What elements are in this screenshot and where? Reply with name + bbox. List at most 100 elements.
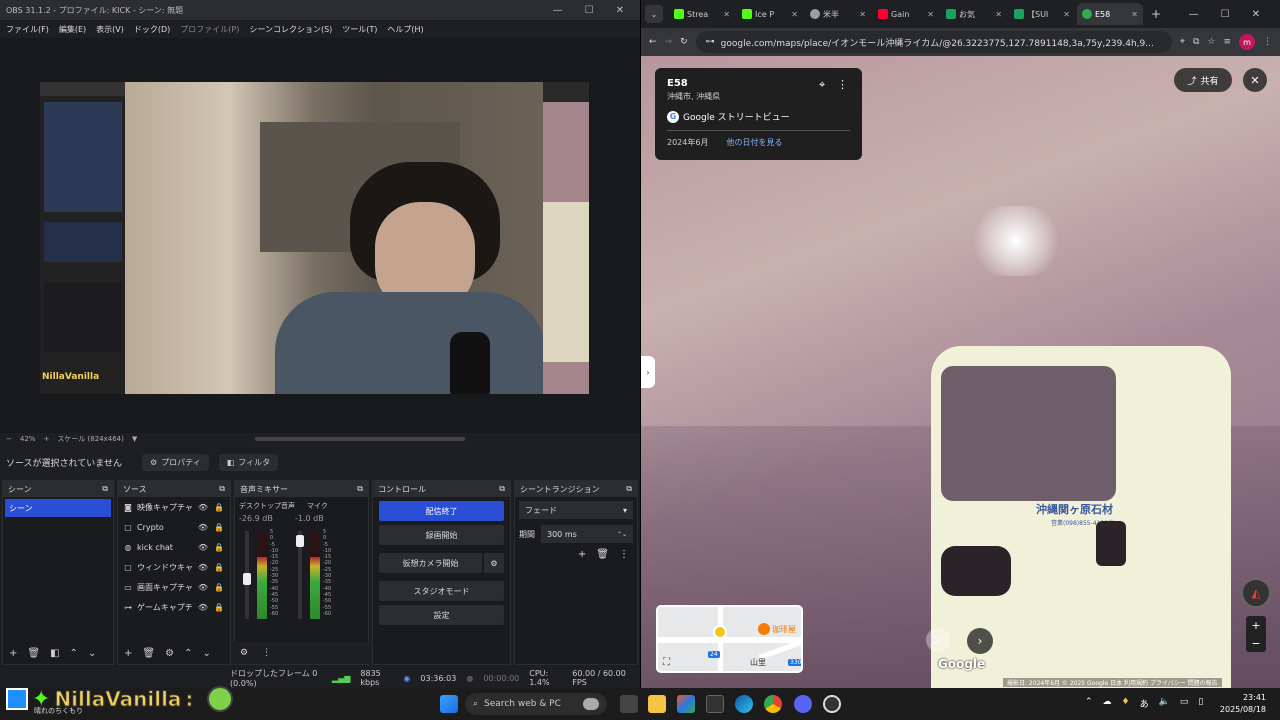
close-tab-icon[interactable]: ✕ bbox=[1131, 10, 1138, 19]
close-tab-icon[interactable]: ✕ bbox=[723, 10, 730, 19]
expand-map-icon[interactable]: ⛶ bbox=[663, 657, 675, 669]
move-up-icon[interactable]: ⌃ bbox=[70, 648, 78, 659]
eye-icon[interactable]: 👁 bbox=[197, 583, 209, 592]
ime-indicator[interactable]: あ bbox=[1140, 697, 1149, 710]
dock-float-icon[interactable]: ⧉ bbox=[626, 484, 632, 494]
menu-scene-collection[interactable]: シーンコレクション(S) bbox=[249, 24, 332, 35]
scale-dropdown-icon[interactable]: ▼ bbox=[132, 435, 137, 443]
map-pin-icon[interactable]: ⌖ bbox=[819, 78, 825, 92]
new-tab-icon[interactable]: + bbox=[1151, 7, 1161, 21]
eye-icon[interactable]: 👁 bbox=[197, 543, 209, 552]
mic-tray-icon[interactable]: ♦ bbox=[1122, 697, 1130, 710]
volume-icon[interactable]: 🔈 bbox=[1159, 697, 1170, 710]
studio-mode-button[interactable]: スタジオモード bbox=[379, 581, 504, 601]
more-icon[interactable]: ⋮ bbox=[619, 549, 629, 560]
minimize-icon[interactable]: — bbox=[553, 5, 563, 16]
move-up-icon[interactable]: ⌃ bbox=[184, 648, 192, 659]
close-tab-icon[interactable]: ✕ bbox=[995, 10, 1002, 19]
cloud-icon[interactable]: ☁ bbox=[1103, 697, 1112, 710]
share-button[interactable]: ⤴ 共有 bbox=[1174, 68, 1232, 92]
start-record-button[interactable]: 録画開始 bbox=[379, 525, 504, 545]
source-item[interactable]: ◙ 映像キャプチャ 👁 🔒 bbox=[118, 497, 230, 517]
streetview-canvas[interactable]: 沖縄関ヶ原石材 営業(098)855-4100代 E58 沖縄市, 沖縄県 G … bbox=[641, 56, 1280, 688]
browser-tab[interactable]: Ice P ✕ bbox=[737, 3, 803, 25]
stop-stream-button[interactable]: 配信終了 bbox=[379, 501, 504, 521]
more-options-icon[interactable]: ⋮ bbox=[837, 78, 848, 91]
mixer-settings-icon[interactable]: ⚙ bbox=[240, 648, 248, 658]
dock-float-icon[interactable]: ⧉ bbox=[102, 484, 108, 494]
install-icon[interactable]: ⧉ bbox=[1193, 37, 1199, 47]
chrome-icon[interactable] bbox=[764, 695, 782, 713]
lock-icon[interactable]: 🔒 bbox=[213, 523, 225, 532]
source-settings-icon[interactable]: ⚙ bbox=[165, 648, 174, 659]
close-tab-icon[interactable]: ✕ bbox=[927, 10, 934, 19]
more-icon[interactable]: ⋮ bbox=[262, 648, 271, 658]
menu-dock[interactable]: ドック(D) bbox=[134, 24, 170, 35]
desktop-volume-slider[interactable] bbox=[243, 531, 251, 619]
taskbar-clock[interactable]: 23:41 2025/08/18 bbox=[1220, 692, 1266, 716]
source-item[interactable]: ▢ウィンドウキャプチャ👁🔒 bbox=[118, 557, 230, 577]
close-streetview-button[interactable]: ✕ bbox=[1243, 68, 1267, 92]
lock-icon[interactable]: 🔒 bbox=[213, 543, 225, 552]
mic-volume-slider[interactable] bbox=[296, 531, 304, 619]
minimize-icon[interactable]: — bbox=[1189, 9, 1199, 20]
add-source-icon[interactable]: + bbox=[124, 648, 132, 659]
dock-float-icon[interactable]: ⧉ bbox=[357, 484, 363, 494]
virtual-camera-settings-icon[interactable]: ⚙ bbox=[484, 553, 504, 573]
maximize-icon[interactable]: ☐ bbox=[1221, 9, 1230, 20]
file-explorer-icon[interactable] bbox=[648, 695, 666, 713]
site-info-icon[interactable]: ⊶ bbox=[706, 37, 715, 47]
menu-view[interactable]: 表示(V) bbox=[96, 24, 124, 35]
move-down-icon[interactable]: ⌄ bbox=[202, 648, 210, 659]
move-down-icon[interactable]: ⌄ bbox=[88, 648, 96, 659]
lock-icon[interactable]: 🔒 bbox=[213, 503, 225, 512]
reload-icon[interactable]: ↻ bbox=[680, 37, 688, 47]
close-tab-icon[interactable]: ✕ bbox=[1063, 10, 1070, 19]
browser-tab[interactable]: お気 ✕ bbox=[941, 3, 1007, 25]
close-tab-icon[interactable]: ✕ bbox=[859, 10, 866, 19]
tab-search-icon[interactable]: ⌄ bbox=[645, 5, 663, 23]
browser-tab-active[interactable]: E58 ✕ bbox=[1077, 3, 1143, 25]
store-icon[interactable] bbox=[706, 695, 724, 713]
source-item[interactable]: ⊶ゲームキャプチャ👁🔒 bbox=[118, 597, 230, 617]
profile-avatar[interactable]: m bbox=[1239, 34, 1255, 50]
back-icon[interactable]: ← bbox=[649, 37, 657, 47]
scene-filter-icon[interactable]: ◧ bbox=[50, 648, 59, 659]
other-dates-link[interactable]: 他の日付を見る bbox=[726, 137, 782, 148]
task-view-icon[interactable] bbox=[620, 695, 638, 713]
browser-tab[interactable]: Strea ✕ bbox=[669, 3, 735, 25]
windows-start-icon[interactable] bbox=[440, 695, 458, 713]
browser-tab[interactable]: Gain ✕ bbox=[873, 3, 939, 25]
properties-button[interactable]: ⚙ プロパティ bbox=[142, 453, 209, 471]
eye-icon[interactable]: 👁 bbox=[197, 603, 209, 612]
menu-profile[interactable]: プロファイル(P) bbox=[180, 24, 239, 35]
add-scene-icon[interactable]: + bbox=[9, 648, 17, 659]
add-transition-icon[interactable]: + bbox=[578, 549, 586, 560]
menu-icon[interactable]: ⋮ bbox=[1263, 37, 1272, 47]
volume-knob[interactable] bbox=[243, 573, 251, 585]
filters-button[interactable]: ◧ フィルタ bbox=[218, 453, 279, 471]
stepper-icon[interactable]: ⌃⌄ bbox=[617, 531, 627, 538]
remove-source-icon[interactable]: 🗑 bbox=[142, 648, 155, 659]
menu-file[interactable]: ファイル(F) bbox=[6, 24, 49, 35]
compass-icon[interactable]: ◭ bbox=[1241, 578, 1271, 608]
discord-icon[interactable] bbox=[794, 695, 812, 713]
taskbar-search[interactable]: ⌕ Search web & PC bbox=[465, 693, 607, 715]
remove-scene-icon[interactable]: 🗑 bbox=[27, 648, 40, 659]
close-tab-icon[interactable]: ✕ bbox=[791, 10, 798, 19]
obs-icon[interactable] bbox=[823, 695, 841, 713]
preview-scrollbar[interactable] bbox=[255, 437, 465, 441]
browser-tab[interactable]: 【SUI ✕ bbox=[1009, 3, 1075, 25]
address-bar[interactable]: ⊶ google.com/maps/place/イオンモール沖縄ライカム/@26… bbox=[695, 31, 1172, 53]
network-icon[interactable]: ▭ bbox=[1180, 697, 1189, 710]
virtual-camera-button[interactable]: 仮想カメラ開始 bbox=[379, 553, 482, 573]
scene-item[interactable]: シーン bbox=[5, 499, 111, 517]
remove-transition-icon[interactable]: 🗑 bbox=[596, 549, 609, 560]
edge-icon[interactable] bbox=[735, 695, 753, 713]
dock-float-icon[interactable]: ⧉ bbox=[499, 484, 505, 494]
location-icon[interactable]: ⌖ bbox=[1180, 37, 1185, 47]
menu-edit[interactable]: 編集(E) bbox=[59, 24, 86, 35]
lock-icon[interactable]: 🔒 bbox=[213, 583, 225, 592]
source-item[interactable]: ▭ 画面キャプチャ 👁 🔒 bbox=[118, 577, 230, 597]
duration-input[interactable]: 300 ms ⌃⌄ bbox=[541, 525, 633, 543]
